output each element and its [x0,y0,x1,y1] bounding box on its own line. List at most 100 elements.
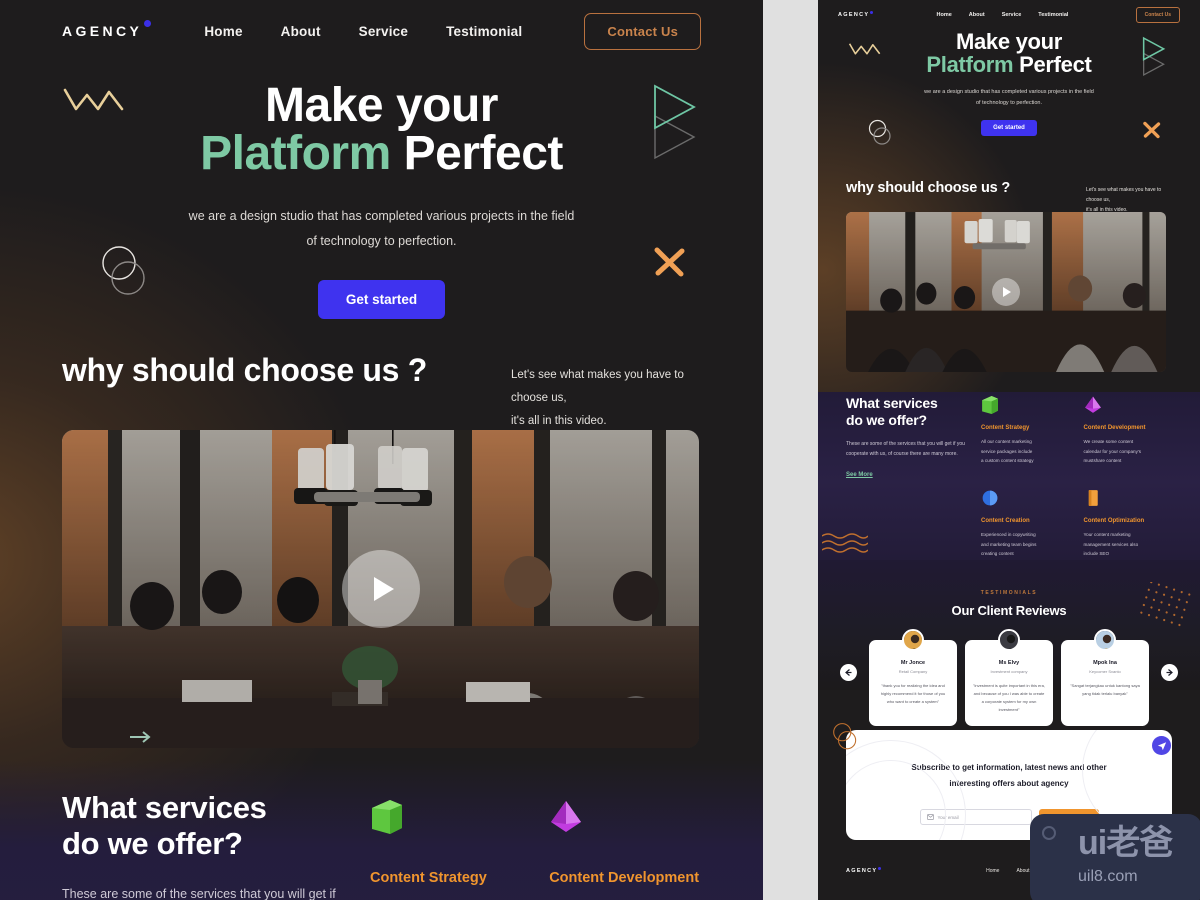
nav-item-about[interactable]: About [281,24,321,39]
thumb-service-desc: All our content marketing service packag… [981,437,1070,466]
thumb-hero-title-line1: Make your [955,29,1063,54]
thumb-contact-us-button[interactable]: Contact Us [1135,7,1180,23]
screenshot-stage: AGENCY Home About Service Testimonial Co… [0,0,1200,900]
play-button[interactable] [341,550,420,628]
testimonial-card[interactable]: Mr Jonce Retail Company "thank you for r… [869,629,957,726]
desc-line3: mustshare content [1083,458,1122,464]
thumb-nav-item-about[interactable]: About [969,12,985,18]
testimonial-prev-button[interactable] [840,664,857,681]
thumb-services-heading-line2: do we offer? [846,411,927,428]
testimonial-role: Investment company [990,669,1028,674]
top-navbar: AGENCY Home About Service Testimonial Co… [0,0,763,62]
desc-line3: creating content [981,551,1014,557]
service-card-content-strategy[interactable]: Content Strategy All our content marketi… [370,798,497,900]
hero-paragraph-line1: we are a design studio that has complete… [188,209,575,223]
video-player[interactable] [62,430,699,748]
thumb-service-card-content-strategy[interactable]: Content Strategy All our content marketi… [981,395,1070,466]
thumb-nav-item-service[interactable]: Service [1002,12,1022,18]
service-card-content-development[interactable]: Content Development We create some conte… [549,798,699,900]
full-page-thumbnail: AGENCY Home About Service Testimonial Co… [818,0,1200,900]
watermark-logo-text: ui老爸 [1078,824,1173,862]
scroll-arrow-icon[interactable] [128,730,154,744]
why-subtext: Let's see what makes you have to choose … [511,352,701,433]
watermark-circle-icon [1042,826,1056,840]
testimonial-cards: Mr Jonce Retail Company "thank you for r… [818,629,1200,726]
play-icon [373,577,394,601]
thumb-play-button[interactable] [992,278,1020,306]
thumb-get-started-button[interactable]: Get started [981,119,1037,136]
thumb-service-title: Content Strategy [981,425,1030,431]
thumb-why-subtext-line1: Let's see what makes you have to choose … [1086,187,1162,203]
thumb-service-card-content-creation[interactable]: Content Creation Experienced in copywrit… [981,488,1070,559]
thumb-hero-paragraph: we are a design studio that has complete… [818,87,1200,108]
telegram-send-icon[interactable] [1152,736,1171,755]
testimonial-quote: "investment is quite important in this e… [973,682,1045,714]
thumb-services-section: What services do we offer? These are som… [818,395,1200,559]
footer-logo[interactable]: AGENCY [846,866,882,874]
thumb-service-title: Content Optimization [1083,517,1145,524]
thumb-play-icon [1003,287,1011,297]
thumb-service-title: Content Development [1083,425,1146,431]
hero-title-rest: Perfect [390,127,564,180]
thumb-video-player[interactable] [846,212,1166,372]
avatar [998,629,1020,651]
thumb-nav-links: Home About Service Testimonial [869,12,1135,18]
logo-text: AGENCY [62,23,143,39]
newsletter-heading-line2: interesting offers about agency [949,779,1069,788]
why-subtext-line2: it's all in this video. [511,415,607,427]
footer-link-home[interactable]: Home [986,868,999,874]
services-lead-line1: These are some of the services that you … [62,887,336,900]
blue-circle-icon [981,488,1070,508]
thumb-why-subtext: Let's see what makes you have to choose … [1086,180,1172,215]
watermark-url-text: uil8.com [1078,868,1138,885]
quote-line3: corporate system for my own investment" [985,699,1037,712]
services-heading: What services do we offer? [62,790,362,861]
thumb-hero-title: Make your Platform Perfect [818,30,1200,76]
thumb-service-title: Content Creation [981,517,1030,524]
service-title: Content Development [549,870,700,886]
thumb-nav-item-testimonial[interactable]: Testimonial [1038,12,1068,18]
desc-line1: We create some content [1083,439,1134,444]
desc-line2: and marketing team begins [981,541,1037,547]
services-section: What services do we offer? These are som… [0,790,763,900]
hero-title-highlight: Platform [200,127,391,180]
quote-line1: "Sangat terjangkau untuk kantong saya [1070,683,1140,688]
thumb-nav-item-home[interactable]: Home [937,12,952,18]
thumb-services-heading: What services do we offer? [846,395,971,428]
thumb-service-card-content-optimization[interactable]: Content Optimization Your content market… [1084,488,1173,559]
thumb-logo[interactable]: AGENCY [838,10,874,18]
testimonial-quote: "Sangat terjangkau untuk kantong saya ya… [1069,682,1141,698]
nav-item-home[interactable]: Home [204,24,242,39]
testimonial-role: Retail Company [898,669,928,674]
service-title: Content Strategy [370,870,487,886]
thumb-testimonials-section: TESTIMONIALS Our Client Reviews Mr Jonce… [818,590,1200,726]
contact-us-button[interactable]: Contact Us [584,12,701,50]
nav-links: Home About Service Testimonial [142,24,584,39]
see-more-link[interactable]: See More [846,472,873,478]
testimonial-card[interactable]: Mpok Ina Keycomer Svanto "Sangat terjang… [1061,629,1149,726]
services-lead: These are some of the services that you … [62,883,362,900]
thumb-hero-title-highlight: Platform [926,52,1014,78]
services-heading-line2: do we offer? [62,825,243,861]
hero-title: Make your Platform Perfect [0,82,763,178]
get-started-button[interactable]: Get started [317,280,446,319]
nav-item-testimonial[interactable]: Testimonial [446,24,522,39]
testimonial-next-button[interactable] [1161,664,1178,681]
logo[interactable]: AGENCY [62,20,152,39]
why-choose-section: why should choose us ? Let's see what ma… [0,352,763,433]
footer-link-about[interactable]: About [1016,868,1029,874]
thumb-hero-paragraph-line1: we are a design studio that has complete… [924,89,1094,96]
hero-paragraph-line2: of technology to perfection. [306,234,457,248]
hero-title-line1: Make your [265,79,498,132]
desc-line1: Your content marketing [1083,531,1131,537]
footer-logo-dot-icon [878,866,882,870]
quote-line3: want to create a system" [895,699,940,704]
services-text-col: What services do we offer? These are som… [62,790,362,900]
thumb-service-card-content-development[interactable]: Content Development We create some conte… [1084,395,1173,466]
nav-item-service[interactable]: Service [359,24,408,39]
site-watermark: ui老爸 uil8.com [1030,814,1200,900]
testimonial-card[interactable]: Ms Elvy Investment company "investment i… [965,629,1053,726]
green-cube-icon [981,395,1070,415]
hero-section: Make your Platform Perfect we are a desi… [0,62,763,319]
thumb-hero-title-rest: Perfect [1013,52,1092,78]
